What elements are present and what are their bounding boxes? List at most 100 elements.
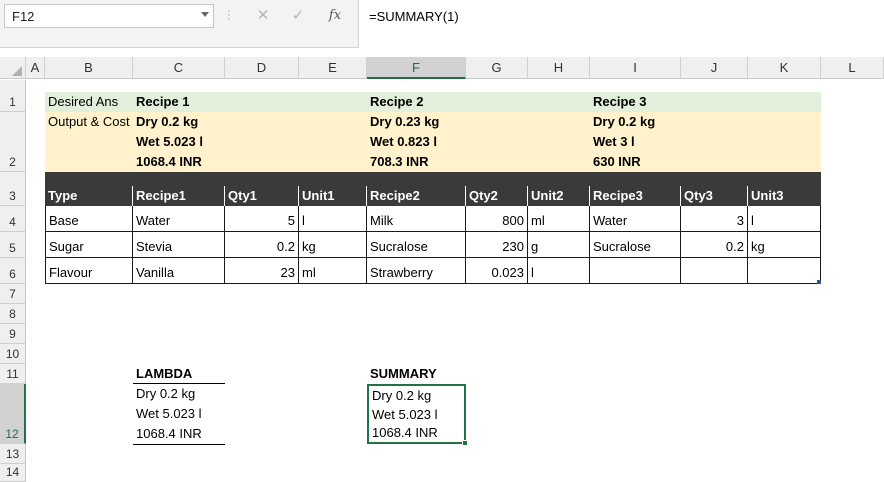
table-cell[interactable]: 3 [681, 206, 748, 232]
row-header-1[interactable]: 1 [0, 80, 26, 112]
cell-c1[interactable]: Recipe 1 [133, 92, 253, 112]
header-unit2[interactable]: Unit2 [528, 186, 590, 206]
lambda-title[interactable]: LAMBDA [133, 364, 225, 384]
table-cell[interactable]: Stevia [133, 232, 225, 258]
row-header-10[interactable]: 10 [0, 344, 26, 364]
column-header-i[interactable]: I [590, 57, 681, 79]
table-cell[interactable]: Milk [367, 206, 466, 232]
row-header-6[interactable]: 6 [0, 258, 26, 284]
table-cell[interactable]: l [299, 206, 367, 232]
column-header-bar: A B C D E F G H I J K L [0, 57, 884, 79]
cell-i2[interactable]: Dry 0.2 kg Wet 3 l 630 INR [590, 112, 720, 172]
name-box[interactable]: F12 [4, 4, 214, 28]
lambda-line: 1068.4 INR [136, 426, 202, 441]
table-resize-handle[interactable] [817, 280, 821, 284]
header-qty3[interactable]: Qty3 [681, 186, 748, 206]
summary-block: SUMMARY Dry 0.2 kg Wet 5.023 l 1068.4 IN… [367, 364, 468, 446]
table-cell[interactable]: kg [748, 232, 821, 258]
header-qty1[interactable]: Qty1 [225, 186, 299, 206]
row-header-2[interactable]: 2 [0, 112, 26, 172]
header-unit1[interactable]: Unit1 [299, 186, 367, 206]
header-qty2[interactable]: Qty2 [466, 186, 528, 206]
table-cell[interactable]: l [528, 258, 590, 284]
header-recipe3[interactable]: Recipe3 [590, 186, 681, 206]
header-type[interactable]: Type [45, 186, 133, 206]
cell-b1[interactable]: Desired Ans [45, 92, 133, 112]
summary-line: Dry 0.2 kg [372, 388, 432, 403]
row-header-12[interactable]: 12 [0, 384, 26, 444]
table-cell[interactable]: 0.2 [225, 232, 299, 258]
cell-f1[interactable]: Recipe 2 [367, 92, 487, 112]
cancel-icon[interactable]: ✕ [252, 6, 274, 26]
row-header-8[interactable]: 8 [0, 304, 26, 324]
table-cell[interactable]: kg [299, 232, 367, 258]
cell-i1[interactable]: Recipe 3 [590, 92, 710, 112]
cell-f2-line: 708.3 INR [370, 154, 429, 169]
formula-bar: F12 · · · ✕ ✓ fx =SUMMARY(1) [0, 0, 884, 48]
vertical-dots-icon[interactable]: · · · [227, 6, 231, 25]
lambda-result-cell[interactable]: Dry 0.2 kg Wet 5.023 l 1068.4 INR [133, 384, 225, 445]
column-header-a[interactable]: A [26, 57, 45, 79]
insert-function-icon[interactable]: fx [324, 6, 346, 26]
cell-i2-line: Wet 3 l [593, 134, 635, 149]
row-header-9[interactable]: 9 [0, 324, 26, 344]
column-header-b[interactable]: B [45, 57, 133, 79]
column-header-c[interactable]: C [133, 57, 225, 79]
column-header-h[interactable]: H [528, 57, 590, 79]
table-cell[interactable]: 800 [466, 206, 528, 232]
row-header-11[interactable]: 11 [0, 364, 26, 384]
table-cell[interactable]: Sucralose [590, 232, 681, 258]
check-icon[interactable]: ✓ [287, 6, 309, 26]
table-cell[interactable]: g [528, 232, 590, 258]
row-header-5[interactable]: 5 [0, 232, 26, 258]
select-all-triangle-icon [12, 66, 22, 76]
table-cell[interactable]: Flavour [45, 258, 133, 284]
column-header-f[interactable]: F [367, 57, 466, 79]
cell-f2[interactable]: Dry 0.23 kg Wet 0.823 l 708.3 INR [367, 112, 497, 172]
table-cell[interactable]: 0.023 [466, 258, 528, 284]
table-cell[interactable]: ml [528, 206, 590, 232]
row-header-3[interactable]: 3 [0, 172, 26, 206]
formula-input[interactable]: =SUMMARY(1) [358, 0, 884, 48]
summary-line: 1068.4 INR [372, 425, 438, 440]
table-cell[interactable]: 230 [466, 232, 528, 258]
column-header-d[interactable]: D [225, 57, 299, 79]
table-cell[interactable]: Vanilla [133, 258, 225, 284]
table-cell[interactable] [681, 258, 748, 284]
cell-b2[interactable]: Output & Cost [45, 112, 133, 132]
column-header-j[interactable]: J [681, 57, 748, 79]
table-cell[interactable]: 0.2 [681, 232, 748, 258]
select-all-button[interactable] [0, 57, 26, 79]
table-cell[interactable]: Strawberry [367, 258, 466, 284]
table-cell[interactable]: Sugar [45, 232, 133, 258]
column-header-e[interactable]: E [299, 57, 367, 79]
table-cell[interactable] [748, 258, 821, 284]
table-cell[interactable]: Water [590, 206, 681, 232]
cell-f2-line: Wet 0.823 l [370, 134, 437, 149]
table-cell[interactable]: Water [133, 206, 225, 232]
table-cell[interactable]: l [748, 206, 821, 232]
row-header-13[interactable]: 13 [0, 444, 26, 464]
row-header-14[interactable]: 14 [0, 464, 26, 482]
active-cell-f12[interactable]: Dry 0.2 kg Wet 5.023 l 1068.4 INR [367, 384, 468, 446]
summary-title[interactable]: SUMMARY [367, 364, 466, 384]
table-cell[interactable]: ml [299, 258, 367, 284]
column-header-k[interactable]: K [748, 57, 821, 79]
summary-line: Wet 5.023 l [372, 407, 438, 422]
row-header-4[interactable]: 4 [0, 206, 26, 232]
header-recipe2[interactable]: Recipe2 [367, 186, 466, 206]
cell-c2[interactable]: Dry 0.2 kg Wet 5.023 l 1068.4 INR [133, 112, 263, 172]
fill-handle[interactable] [462, 440, 468, 446]
table-cell[interactable]: Base [45, 206, 133, 232]
table-cell[interactable]: 5 [225, 206, 299, 232]
header-recipe1[interactable]: Recipe1 [133, 186, 225, 206]
row-header-7[interactable]: 7 [0, 284, 26, 304]
header-unit3[interactable]: Unit3 [748, 186, 821, 206]
chevron-down-icon[interactable] [201, 12, 209, 17]
lambda-line: Dry 0.2 kg [136, 386, 196, 401]
table-cell[interactable] [590, 258, 681, 284]
table-cell[interactable]: Sucralose [367, 232, 466, 258]
column-header-l[interactable]: L [821, 57, 884, 79]
table-cell[interactable]: 23 [225, 258, 299, 284]
column-header-g[interactable]: G [466, 57, 528, 79]
